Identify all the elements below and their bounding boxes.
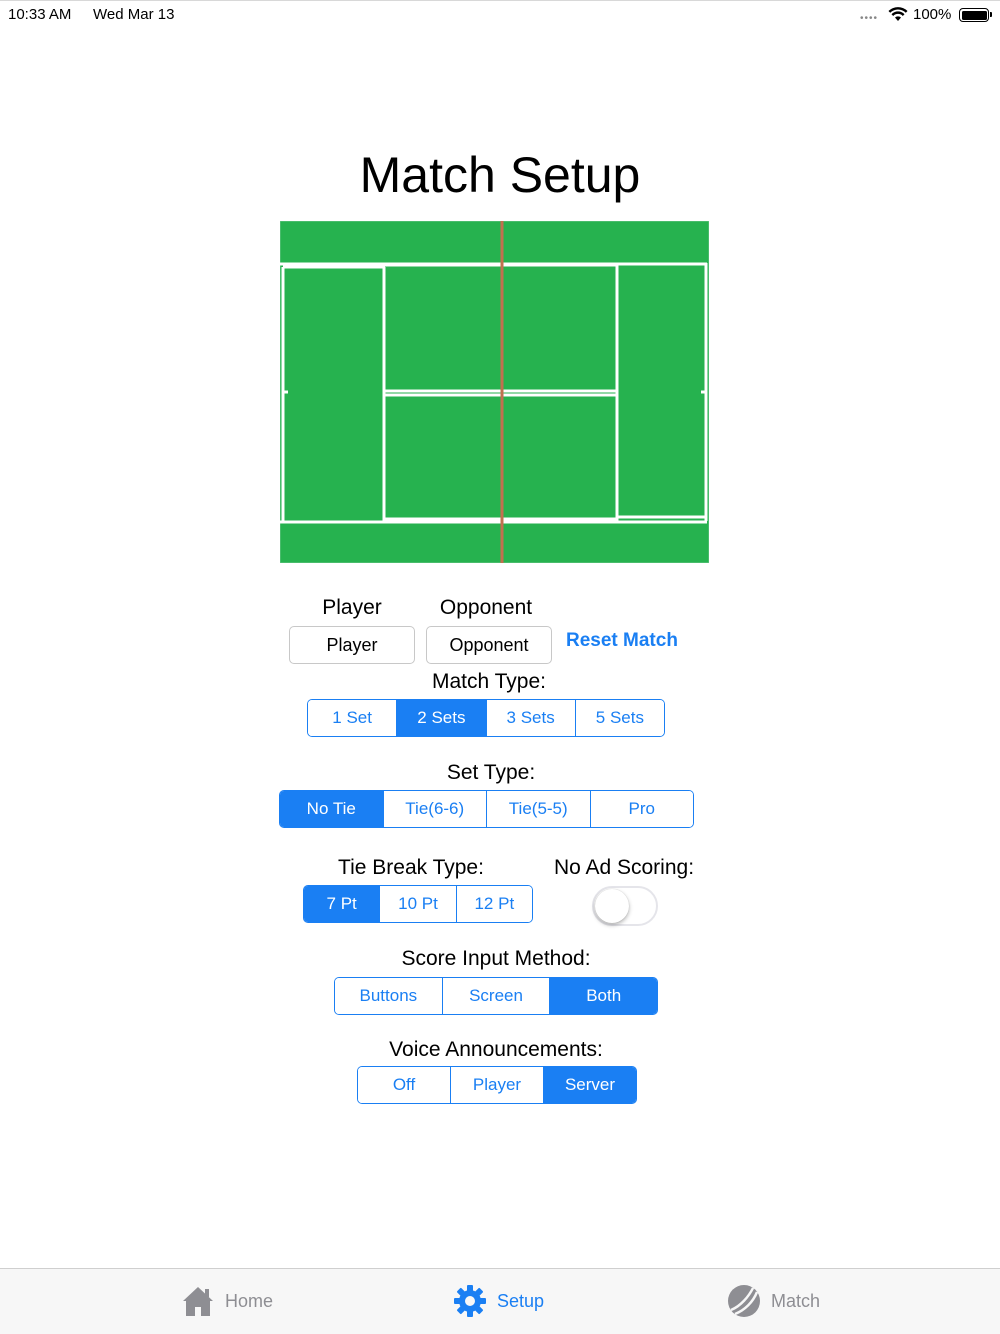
no-ad-scoring-toggle[interactable]	[592, 886, 658, 926]
tab-home[interactable]: Home	[181, 1283, 273, 1319]
tie-break-type-label: Tie Break Type:	[338, 856, 484, 879]
toggle-knob	[595, 889, 629, 923]
match-type-option[interactable]: 5 Sets	[575, 700, 664, 736]
page-title: Match Setup	[359, 147, 641, 203]
tennis-ball-icon	[728, 1285, 760, 1317]
set-type-option[interactable]: No Tie	[280, 791, 384, 827]
voice-announcements-control: Off Player Server	[357, 1066, 637, 1104]
tie-break-option[interactable]: 7 Pt	[304, 886, 381, 922]
player-name-field[interactable]	[289, 626, 415, 664]
match-type-control: 1 Set 2 Sets 3 Sets 5 Sets	[307, 699, 665, 737]
battery-percent: 100%	[913, 6, 952, 23]
voice-option[interactable]: Server	[544, 1067, 636, 1103]
voice-announcements-label: Voice Announcements:	[389, 1038, 603, 1061]
player-label: Player	[322, 596, 382, 619]
set-type-option[interactable]: Pro	[590, 791, 693, 827]
set-type-option[interactable]: Tie(6-6)	[383, 791, 487, 827]
battery-icon	[959, 8, 992, 22]
tie-break-option[interactable]: 10 Pt	[380, 886, 457, 922]
set-type-option[interactable]: Tie(5-5)	[487, 791, 591, 827]
tie-break-type-control: 7 Pt 10 Pt 12 Pt	[303, 885, 533, 923]
house-icon	[183, 1287, 213, 1316]
score-input-control: Buttons Screen Both	[334, 977, 658, 1015]
voice-option[interactable]: Off	[358, 1067, 451, 1103]
tab-setup[interactable]: Setup	[453, 1283, 544, 1319]
tab-label-match: Match	[771, 1290, 821, 1311]
match-type-option[interactable]: 2 Sets	[397, 700, 487, 736]
match-type-label: Match Type:	[431, 670, 546, 693]
wifi-icon	[888, 7, 908, 21]
score-input-option[interactable]: Buttons	[335, 978, 443, 1014]
match-type-option[interactable]: 1 Set	[308, 700, 398, 736]
voice-option[interactable]: Player	[451, 1067, 544, 1103]
reset-match-button[interactable]: Reset Match	[566, 630, 678, 652]
tab-bar: Home Setup Match	[0, 1268, 1000, 1334]
status-bar: 10:33 AM Wed Mar 13 •••• 100%	[0, 0, 1000, 28]
tab-label-home: Home	[225, 1290, 274, 1311]
score-input-option[interactable]: Both	[550, 978, 657, 1014]
signal-icon: ••••	[860, 13, 879, 24]
tie-break-option[interactable]: 12 Pt	[456, 886, 532, 922]
set-type-label: Set Type:	[446, 761, 536, 784]
opponent-label: Opponent	[439, 596, 533, 619]
set-type-control: No Tie Tie(6-6) Tie(5-5) Pro	[279, 790, 694, 828]
score-input-option[interactable]: Screen	[442, 978, 551, 1014]
status-time: 10:33 AM	[8, 6, 72, 23]
no-ad-scoring-label: No Ad Scoring:	[553, 856, 695, 879]
opponent-name-field[interactable]	[426, 626, 552, 664]
status-date: Wed Mar 13	[93, 6, 175, 23]
tab-label-setup: Setup	[497, 1290, 545, 1311]
tab-match[interactable]: Match	[727, 1283, 820, 1319]
gear-icon	[454, 1285, 486, 1317]
tennis-court-diagram	[280, 221, 709, 563]
score-input-label: Score Input Method:	[401, 947, 591, 970]
match-type-option[interactable]: 3 Sets	[486, 700, 576, 736]
